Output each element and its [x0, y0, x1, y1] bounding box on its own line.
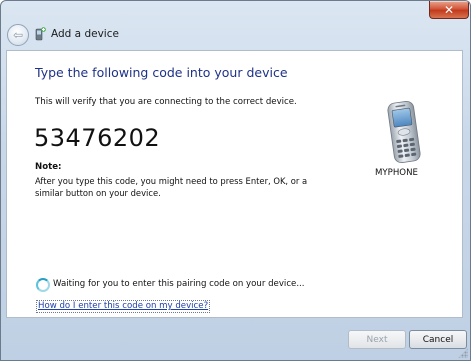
close-icon: ✕ — [443, 2, 455, 17]
page-heading: Type the following code into your device — [35, 65, 288, 80]
note-text: After you type this code, you might need… — [35, 176, 308, 198]
cancel-button[interactable]: Cancel — [409, 330, 467, 349]
pairing-code: 53476202 — [34, 124, 161, 152]
window-header: ✕ ⇦ Add a device — [1, 1, 470, 51]
help-link[interactable]: How do I enter this code on my device? — [36, 300, 211, 313]
content-panel: Type the following code into your device… — [6, 50, 463, 318]
device-name: MYPHONE — [375, 168, 418, 178]
note-label: Note: — [35, 162, 62, 172]
mobile-phone-icon — [387, 100, 421, 164]
next-button[interactable]: Next — [348, 330, 406, 349]
status-text: Waiting for you to enter this pairing co… — [53, 279, 305, 289]
busy-spinner-icon — [36, 278, 50, 292]
back-button[interactable]: ⇦ — [7, 24, 29, 46]
wizard-title: Add a device — [51, 28, 119, 40]
add-device-window: ✕ ⇦ Add a device Type the following code… — [0, 0, 471, 361]
resize-grip[interactable] — [458, 348, 468, 358]
instruction-text: This will verify that you are connecting… — [35, 97, 297, 107]
add-device-wizard-icon — [35, 27, 46, 41]
back-arrow-icon: ⇦ — [12, 28, 24, 42]
close-button[interactable]: ✕ — [429, 1, 469, 19]
